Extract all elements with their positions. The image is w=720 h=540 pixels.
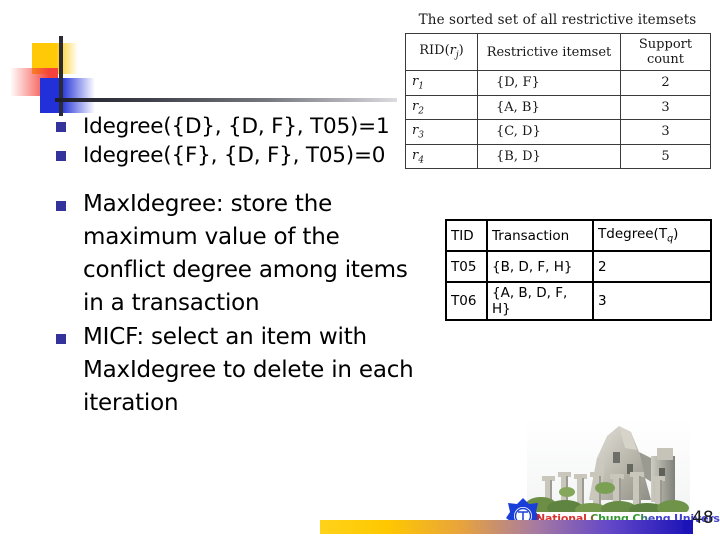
slide-canvas: Idegree({D}, {D, F}, T05)=1 Idegree({F},… — [0, 0, 720, 540]
column-header-itemset: Restrictive itemset — [477, 33, 621, 71]
table-caption: The sorted set of all restrictive itemse… — [418, 12, 697, 28]
list-item: MICF: select an item with MaxIdegree to … — [56, 321, 476, 420]
cell-tdegree: 2 — [592, 250, 712, 283]
transactions-table: TID Transaction Tdegree(Tq) T05 {B, D, F… — [445, 219, 712, 321]
bullet-square-icon — [56, 151, 66, 161]
cell-rid-subscript: 1 — [418, 81, 424, 92]
cell-rid: r3 — [405, 119, 478, 145]
bullet-text: MaxIdegree: store the maximum value of t… — [83, 191, 408, 316]
bullet-text: Idegree({D}, {D, F}, T05)=1 — [83, 114, 390, 139]
ruins-illustration — [527, 418, 690, 518]
table-row: r3 {C, D} 3 — [405, 119, 711, 145]
cell-rid: r2 — [405, 94, 478, 121]
cell-rid-subscript: 3 — [418, 130, 424, 141]
bullet-text: Idegree({F}, {D, F}, T05)=0 — [83, 143, 386, 168]
bullet-square-icon — [56, 122, 66, 132]
cell-tdegree: 3 — [592, 281, 712, 321]
bullet-square-icon — [56, 201, 66, 211]
column-header-transaction: Transaction — [486, 219, 594, 252]
footer-gradient-bar — [320, 520, 690, 534]
page-number: 48 — [692, 508, 714, 528]
decor-vertical-bar — [59, 36, 63, 116]
cell-itemset: {A, B} — [477, 94, 621, 121]
table-row: r1 {D, F} 2 — [405, 70, 711, 96]
column-header-rid: RID(rj) — [405, 33, 478, 71]
table-row: r2 {A, B} 3 — [405, 94, 711, 121]
column-header-support: Support count — [620, 33, 711, 71]
cell-rid: r4 — [405, 143, 478, 170]
transactions-body: T05 {B, D, F, H} 2 T06 {A, B, D, F, H} 3 — [445, 250, 712, 321]
table-row: r4 {B, D} 5 — [405, 143, 711, 170]
cell-rid-subscript: 4 — [418, 155, 424, 166]
cell-support: 5 — [620, 143, 711, 170]
column-header-tdegree-text: Tdegree(T — [598, 226, 668, 243]
restrictive-itemsets-figure: The sorted set of all restrictive itemse… — [405, 12, 711, 170]
bullet-group-algorithm: MaxIdegree: store the maximum value of t… — [56, 188, 476, 420]
campus-ruins-photo — [527, 418, 690, 518]
cell-itemset: {B, D} — [477, 143, 621, 170]
column-header-tid: TID — [445, 219, 488, 252]
decor-blue-square — [40, 78, 95, 113]
column-header-tdegree: Tdegree(Tq) — [592, 219, 712, 252]
cell-support: 3 — [620, 94, 711, 121]
column-header-tdegree-close: ) — [673, 226, 679, 243]
column-header-rid-text: RID( — [419, 43, 450, 59]
bullet-text: MICF: select an item with MaxIdegree to … — [83, 324, 414, 416]
table-row: T05 {B, D, F, H} 2 — [445, 250, 712, 283]
cell-tid: T05 — [445, 250, 488, 283]
transactions-figure: TID Transaction Tdegree(Tq) T05 {B, D, F… — [445, 219, 712, 321]
cell-support: 2 — [620, 70, 711, 96]
cell-rid: r1 — [405, 70, 478, 96]
cell-tid: T06 — [445, 281, 488, 321]
table-header-row: RID(rj) Restrictive itemset Support coun… — [405, 33, 711, 71]
restrictive-itemsets-body: r1 {D, F} 2 r2 {A, B} 3 r3 {C, D} 3 r4 {… — [405, 70, 711, 170]
table-header-row: TID Transaction Tdegree(Tq) — [445, 219, 712, 252]
cell-itemset: {C, D} — [477, 119, 621, 145]
bullet-square-icon — [56, 334, 66, 344]
cell-itemset: {D, F} — [477, 70, 621, 96]
cell-transaction: {B, D, F, H} — [486, 250, 594, 283]
cell-rid-subscript: 2 — [418, 106, 424, 117]
decor-horizontal-rule — [55, 98, 397, 102]
list-item: MaxIdegree: store the maximum value of t… — [56, 188, 476, 320]
restrictive-itemsets-table: RID(rj) Restrictive itemset Support coun… — [405, 33, 711, 170]
cell-support: 3 — [620, 119, 711, 145]
cell-transaction: {A, B, D, F, H} — [486, 281, 594, 321]
column-header-rid-close: ) — [458, 43, 464, 59]
table-row: T06 {A, B, D, F, H} 3 — [445, 281, 712, 321]
